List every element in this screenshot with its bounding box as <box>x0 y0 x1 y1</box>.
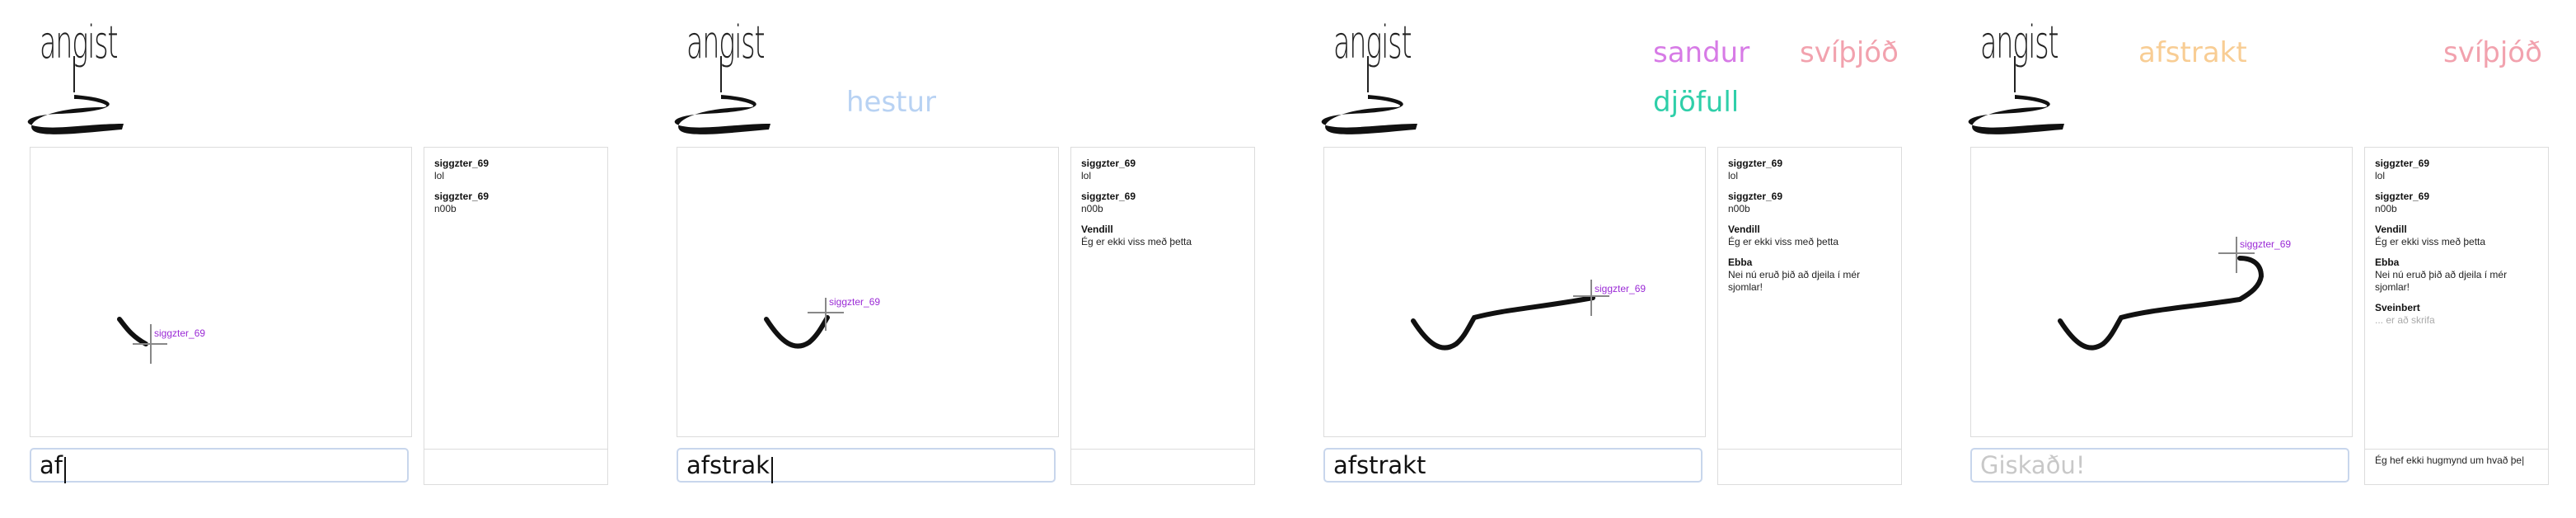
chat-divider <box>2365 449 2548 450</box>
chat-input[interactable]: Ég hef ekki hugmynd um hvað þe| <box>2375 454 2541 467</box>
guess-input[interactable]: afstrakt <box>1323 448 1703 483</box>
guessed-word: svíþjóð <box>1800 36 1899 69</box>
cursor-user-label: siggzter_69 <box>2240 238 2292 250</box>
chat-panel: siggzter_69 lol siggzter_69 n00b Vendill… <box>1717 147 1902 485</box>
game-panel-3: angist sandur svíþjóð djöfull siggzter_6… <box>1294 0 1937 518</box>
chat-divider <box>1718 449 1901 450</box>
guess-input[interactable]: Giskaðu! <box>1970 448 2349 483</box>
cursor-user-label: siggzter_69 <box>829 296 881 308</box>
message-author: siggzter_69 <box>1728 158 1783 169</box>
chat-messages: siggzter_69 lol siggzter_69 n00b <box>434 158 601 224</box>
chat-message: siggzter_69 lol <box>434 158 601 182</box>
chat-message: siggzter_69 lol <box>1728 158 1895 182</box>
cursor-user-label: siggzter_69 <box>154 327 206 339</box>
chat-message: siggzter_69 lol <box>2375 158 2541 182</box>
chat-divider <box>424 449 607 450</box>
angist-logo: angist <box>1318 16 1426 140</box>
message-text: lol <box>2375 170 2386 181</box>
chat-panel: siggzter_69 lol siggzter_69 n00b Vendill… <box>1070 147 1255 485</box>
message-author: Vendill <box>1081 224 1113 235</box>
drawing-canvas[interactable]: siggzter_69 <box>677 147 1059 437</box>
guessed-word: sandur <box>1653 36 1750 69</box>
drawing-canvas[interactable]: siggzter_69 <box>1323 147 1706 437</box>
game-panel-1: angist siggzter_69 siggzter_69 lol siggz… <box>0 0 644 518</box>
message-author: Vendill <box>2375 224 2407 235</box>
angist-logo: angist <box>672 16 779 140</box>
drawing-strokes <box>2058 237 2265 351</box>
chat-messages: siggzter_69 lol siggzter_69 n00b Vendill… <box>2375 158 2541 335</box>
text-caret <box>63 456 66 483</box>
guess-input-value: af <box>40 451 63 479</box>
message-author: siggzter_69 <box>1728 191 1783 202</box>
guess-input[interactable]: af <box>30 448 409 483</box>
game-panel-2: angist hestur siggzter_69 siggzter_69 lo… <box>647 0 1290 518</box>
chat-messages: siggzter_69 lol siggzter_69 n00b Vendill… <box>1728 158 1895 302</box>
chat-message: siggzter_69 n00b <box>2375 191 2541 215</box>
chat-message: Vendill Ég er ekki viss með þetta <box>1081 224 1248 248</box>
message-author: Ebba <box>2375 257 2400 268</box>
message-text: n00b <box>1081 203 1103 214</box>
chat-message: siggzter_69 n00b <box>434 191 601 215</box>
angist-logo: angist <box>25 16 132 140</box>
logo-swirl-icon <box>674 56 770 134</box>
typing-indicator: ... er að skrifa <box>2375 314 2435 326</box>
message-text: Ég er ekki viss með þetta <box>1728 236 1839 247</box>
guess-input-placeholder: Giskaðu! <box>1980 451 2086 479</box>
chat-messages: siggzter_69 lol siggzter_69 n00b Vendill… <box>1081 158 1248 257</box>
text-caret <box>770 456 773 483</box>
drawing-strokes <box>117 317 167 364</box>
message-text: n00b <box>434 203 457 214</box>
chat-message: Vendill Ég er ekki viss með þetta <box>1728 224 1895 248</box>
guess-input-value: afstrakt <box>1333 451 1426 479</box>
chat-message: siggzter_69 lol <box>1081 158 1248 182</box>
angist-logo: angist <box>1965 16 2073 140</box>
chat-panel: siggzter_69 lol siggzter_69 n00b <box>424 147 608 485</box>
message-author: siggzter_69 <box>434 158 489 169</box>
message-text: lol <box>1728 170 1739 181</box>
guessed-word: djöfull <box>1653 86 1740 119</box>
guessed-word: svíþjóð <box>2443 36 2542 69</box>
chat-message: siggzter_69 n00b <box>1081 191 1248 215</box>
cursor-user-label: siggzter_69 <box>1595 283 1646 294</box>
message-author: siggzter_69 <box>1081 191 1136 202</box>
chat-divider <box>1071 449 1254 450</box>
guess-input-value: afstrak <box>686 451 770 479</box>
message-author: Ebba <box>1728 257 1753 268</box>
message-text: lol <box>1081 170 1092 181</box>
message-text: Ég er ekki viss með þetta <box>2375 236 2486 247</box>
message-author: Vendill <box>1728 224 1760 235</box>
chat-message: Vendill Ég er ekki viss með þetta <box>2375 224 2541 248</box>
guessed-word: hestur <box>846 86 937 119</box>
message-text: n00b <box>2375 203 2397 214</box>
guessed-word: afstrakt <box>2138 36 2247 69</box>
guess-input[interactable]: afstrak <box>677 448 1056 483</box>
message-author: siggzter_69 <box>2375 158 2430 169</box>
drawing-strokes <box>764 298 844 349</box>
message-text: Ég er ekki viss með þetta <box>1081 236 1192 247</box>
chat-message: Ebba Nei nú eruð þið að djeila í mér sjo… <box>1728 257 1895 294</box>
drawing-strokes <box>1411 280 1609 351</box>
logo-swirl-icon <box>1968 56 2064 134</box>
chat-message: Sveinbert ... er að skrifa <box>2375 302 2541 327</box>
message-author: Sveinbert <box>2375 302 2420 313</box>
game-panel-4: angist afstrakt svíþjóð siggzter_69 sigg… <box>1941 0 2576 518</box>
drawing-canvas[interactable]: siggzter_69 <box>30 147 412 437</box>
message-author: siggzter_69 <box>434 191 489 202</box>
message-text: lol <box>434 170 445 181</box>
logo-swirl-icon <box>1321 56 1417 134</box>
message-text: Nei nú eruð þið að djeila í mér sjomlar! <box>2375 269 2508 293</box>
message-text: n00b <box>1728 203 1750 214</box>
logo-swirl-icon <box>27 56 124 134</box>
message-author: siggzter_69 <box>2375 191 2430 202</box>
chat-panel: siggzter_69 lol siggzter_69 n00b Vendill… <box>2364 147 2549 485</box>
message-author: siggzter_69 <box>1081 158 1136 169</box>
message-text: Nei nú eruð þið að djeila í mér sjomlar! <box>1728 269 1861 293</box>
chat-message: siggzter_69 n00b <box>1728 191 1895 215</box>
chat-message: Ebba Nei nú eruð þið að djeila í mér sjo… <box>2375 257 2541 294</box>
drawing-canvas[interactable]: siggzter_69 <box>1970 147 2353 437</box>
